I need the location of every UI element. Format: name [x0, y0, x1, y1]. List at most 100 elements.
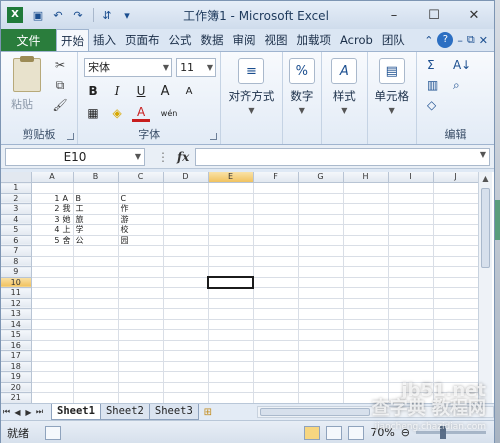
italic-button[interactable]: I — [108, 82, 126, 100]
row-header-16[interactable]: 16 — [1, 340, 32, 351]
cell-d20[interactable] — [163, 382, 209, 393]
cell-g10[interactable] — [298, 277, 344, 288]
cell-a11[interactable] — [31, 287, 74, 299]
fill-icon[interactable]: ▥ — [427, 78, 438, 92]
insert-function-button[interactable]: fx — [177, 150, 189, 164]
next-sheet-icon[interactable]: ▶ — [23, 408, 34, 417]
cell-a21[interactable] — [31, 392, 74, 403]
cell-g1[interactable] — [298, 182, 344, 194]
fill-color-icon[interactable]: ◈ — [108, 104, 126, 122]
cell-j10[interactable] — [433, 277, 479, 288]
cell-a9[interactable] — [31, 266, 74, 278]
cell-f5[interactable] — [253, 224, 299, 236]
cell-f18[interactable] — [253, 361, 299, 372]
row-header-11[interactable]: 11 — [1, 287, 32, 299]
column-header-a[interactable]: A — [31, 172, 74, 183]
row-header-19[interactable]: 19 — [1, 371, 32, 383]
insert-sheet-icon[interactable]: ⊞ — [199, 407, 217, 418]
cell-a4[interactable]: 3她 — [31, 214, 74, 225]
cell-c15[interactable] — [118, 329, 164, 341]
cell-h17[interactable] — [343, 350, 389, 362]
cell-a12[interactable] — [31, 298, 74, 309]
cell-b14[interactable] — [73, 319, 119, 330]
column-header-h[interactable]: H — [343, 172, 389, 183]
cell-e21[interactable] — [208, 392, 254, 403]
cell-e15[interactable] — [208, 329, 254, 341]
tab-page-layout[interactable]: 页面布 — [121, 29, 165, 51]
cell-b15[interactable] — [73, 329, 119, 341]
cell-d6[interactable] — [163, 235, 209, 246]
row-header-18[interactable]: 18 — [1, 361, 32, 372]
cell-b3[interactable]: 工 — [73, 203, 119, 215]
cell-j11[interactable] — [433, 287, 479, 299]
cell-d21[interactable] — [163, 392, 209, 403]
cell-f12[interactable] — [253, 298, 299, 309]
cell-j16[interactable] — [433, 340, 479, 351]
font-family-select[interactable]: 宋体 ▼ — [84, 58, 173, 77]
column-header-e[interactable]: E — [208, 172, 254, 183]
cell-b2[interactable]: B — [73, 193, 119, 204]
macro-record-icon[interactable] — [45, 425, 61, 440]
cell-f15[interactable] — [253, 329, 299, 341]
cell-g19[interactable] — [298, 371, 344, 383]
cell-i12[interactable] — [388, 298, 434, 309]
cell-a19[interactable] — [31, 371, 74, 383]
cell-e3[interactable] — [208, 203, 254, 215]
row-header-12[interactable]: 12 — [1, 298, 32, 309]
number-group[interactable]: % 数字 ▼ — [283, 52, 323, 144]
column-header-c[interactable]: C — [118, 172, 164, 183]
cell-f9[interactable] — [253, 266, 299, 278]
close-button[interactable]: ✕ — [454, 3, 494, 27]
cell-d18[interactable] — [163, 361, 209, 372]
cell-a5[interactable]: 4上 — [31, 224, 74, 236]
cell-h4[interactable] — [343, 214, 389, 225]
name-box[interactable]: E10 ▼ — [5, 147, 145, 166]
cell-j14[interactable] — [433, 319, 479, 330]
cell-d19[interactable] — [163, 371, 209, 383]
page-layout-view-button[interactable] — [326, 425, 343, 440]
cell-c9[interactable] — [118, 266, 164, 278]
column-header-b[interactable]: B — [73, 172, 119, 183]
sheet-tab-2[interactable]: Sheet2 — [99, 404, 150, 420]
cell-b13[interactable] — [73, 308, 119, 320]
column-header-d[interactable]: D — [163, 172, 209, 183]
cell-a1[interactable] — [31, 182, 74, 194]
row-header-9[interactable]: 9 — [1, 266, 32, 278]
cell-e13[interactable] — [208, 308, 254, 320]
cell-c12[interactable] — [118, 298, 164, 309]
cell-c10[interactable] — [118, 277, 164, 288]
autosum-icon[interactable]: Σ — [427, 58, 435, 72]
phonetic-button[interactable]: wén — [156, 104, 182, 122]
excel-logo-icon[interactable]: X — [7, 7, 23, 23]
cell-j18[interactable] — [433, 361, 479, 372]
cell-d2[interactable] — [163, 193, 209, 204]
cell-i2[interactable] — [388, 193, 434, 204]
cell-a10[interactable] — [31, 277, 74, 288]
alignment-group[interactable]: ≡ 对齐方式 ▼ — [221, 52, 283, 144]
borders-icon[interactable]: ▦ — [84, 104, 102, 122]
cell-f1[interactable] — [253, 182, 299, 194]
styles-group[interactable]: A 样式 ▼ — [322, 52, 368, 144]
first-sheet-icon[interactable]: ⏮ — [1, 407, 12, 417]
sort-filter-icon[interactable]: A↓ — [453, 58, 471, 72]
cell-i5[interactable] — [388, 224, 434, 236]
page-break-view-button[interactable] — [348, 425, 365, 440]
formula-input[interactable]: ▼ — [195, 147, 490, 166]
cell-c18[interactable] — [118, 361, 164, 372]
horizontal-scroll-thumb[interactable] — [259, 408, 370, 416]
cell-g7[interactable] — [298, 245, 344, 257]
cell-i8[interactable] — [388, 256, 434, 267]
cell-a20[interactable] — [31, 382, 74, 393]
cell-e20[interactable] — [208, 382, 254, 393]
cell-f16[interactable] — [253, 340, 299, 351]
cell-f19[interactable] — [253, 371, 299, 383]
cell-i9[interactable] — [388, 266, 434, 278]
cell-a15[interactable] — [31, 329, 74, 341]
cell-g20[interactable] — [298, 382, 344, 393]
cut-icon[interactable]: ✂ — [51, 58, 69, 74]
cell-j6[interactable] — [433, 235, 479, 246]
cell-a2[interactable]: 1A — [31, 193, 74, 204]
cell-d11[interactable] — [163, 287, 209, 299]
cell-g18[interactable] — [298, 361, 344, 372]
redo-icon[interactable]: ↷ — [69, 6, 87, 24]
